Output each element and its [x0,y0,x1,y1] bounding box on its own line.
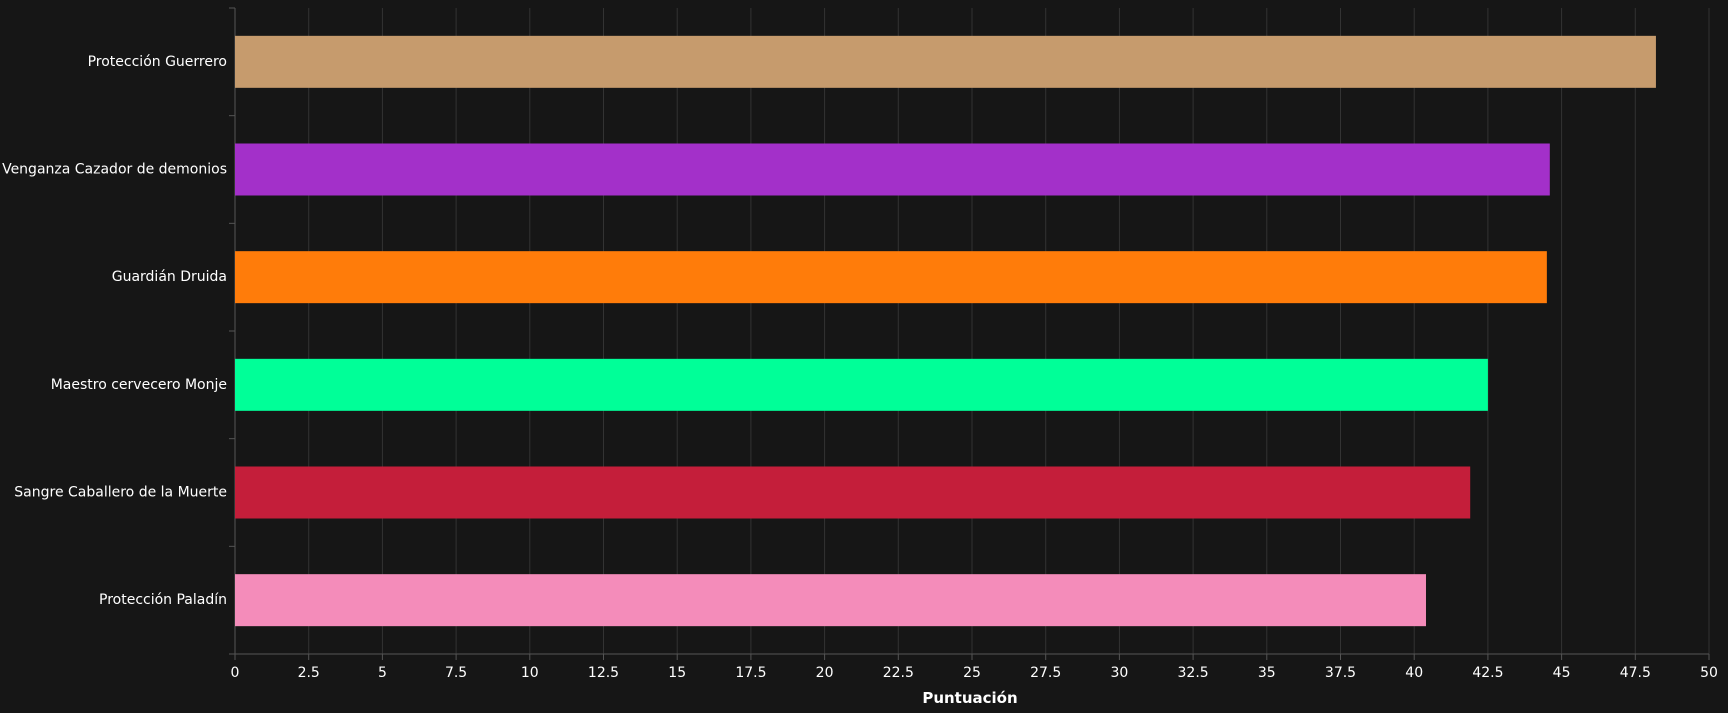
x-tick-label: 45 [1553,665,1571,681]
x-tick-label: 17.5 [735,665,766,681]
bar [235,35,1656,88]
category-label: Maestro cervecero Monje [51,377,227,393]
x-tick-label: 47.5 [1620,665,1651,681]
bar [235,251,1547,304]
x-tick-label: 15 [668,665,686,681]
x-tick-label: 7.5 [445,665,467,681]
category-label: Venganza Cazador de demonios [2,162,227,178]
bar-chart: Protección Guerrero Venganza Cazador de d… [2,7,1718,707]
bar [235,466,1471,519]
x-tick-label: 5 [378,665,387,681]
x-tick-label: 20 [816,665,834,681]
bars [235,35,1656,627]
y-axis-ticks [229,7,235,655]
category-label: Protección Guerrero [88,54,227,70]
category-label: Protección Paladín [99,592,227,608]
x-axis-title: Puntuación [922,689,1017,707]
x-tick-label: 37.5 [1325,665,1356,681]
x-tick-label: 27.5 [1030,665,1061,681]
category-label: Guardián Druida [112,269,227,285]
bar [235,574,1426,627]
x-tick-label: 2.5 [298,665,320,681]
x-tick-label: 30 [1110,665,1128,681]
gridlines [234,8,1710,654]
x-tick-label: 25 [963,665,981,681]
x-tick-label: 12.5 [588,665,619,681]
bar [235,143,1550,196]
x-tick-label: 22.5 [883,665,914,681]
x-tick-label: 50 [1700,665,1718,681]
bar [235,358,1488,411]
x-tick-label: 32.5 [1178,665,1209,681]
x-tick-label: 35 [1258,665,1276,681]
x-axis-ticks: 0 2.5 5 7.5 10 12.5 15 17.5 20 22.5 25 27.5 30 32.5 35… [231,654,1718,681]
category-label: Sangre Caballero de la Muerte [14,485,227,501]
x-tick-label: 10 [521,665,539,681]
x-tick-label: 40 [1405,665,1423,681]
x-tick-label: 42.5 [1472,665,1503,681]
x-tick-label: 0 [231,665,240,681]
category-labels: Protección Guerrero Venganza Cazador de d… [2,54,227,608]
chart-container: Protección Guerrero Venganza Cazador de d… [0,0,1728,713]
